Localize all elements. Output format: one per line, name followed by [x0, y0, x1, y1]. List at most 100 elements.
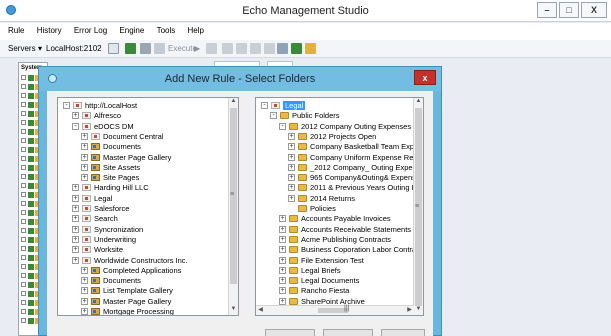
- tree-node[interactable]: + Site Pages: [58, 173, 238, 182]
- tree-node-label[interactable]: eDOCS DM: [94, 122, 134, 131]
- scroll-left-icon[interactable]: ◀: [256, 306, 265, 315]
- tree-node-label[interactable]: Worldwide Constructors Inc.: [94, 256, 188, 265]
- expand-icon[interactable]: +: [288, 184, 295, 192]
- tree-node-label[interactable]: Accounts Receivable Statements: [301, 225, 411, 234]
- report-icon[interactable]: [264, 43, 275, 54]
- expand-icon[interactable]: +: [279, 215, 286, 223]
- tree-node-label[interactable]: Company Basketball Team Expe: [310, 142, 418, 151]
- tree-node-label[interactable]: http://LocalHost: [85, 101, 137, 110]
- tree-node[interactable]: + Legal Briefs: [256, 266, 423, 275]
- tree-node[interactable]: + Legal Documents: [256, 276, 423, 285]
- tree-node-label[interactable]: Document Central: [103, 132, 163, 141]
- expand-icon[interactable]: +: [279, 277, 286, 285]
- tree-node-label[interactable]: Documents: [103, 276, 141, 285]
- tree-node-label[interactable]: Legal Briefs: [301, 266, 341, 275]
- tree-node-label[interactable]: Business Coporation Labor Contracts: [301, 245, 423, 254]
- expand-icon[interactable]: +: [72, 246, 79, 254]
- menu-engine[interactable]: Engine: [114, 23, 149, 35]
- tree-node[interactable]: - http://LocalHost: [58, 101, 238, 110]
- tree-node[interactable]: + Harding Hill LLC: [58, 183, 238, 192]
- notes-icon[interactable]: [305, 43, 316, 54]
- close-button[interactable]: X: [581, 2, 607, 18]
- tree-node[interactable]: + Search: [58, 214, 238, 223]
- stop-icon[interactable]: [250, 43, 261, 54]
- edit-rule-icon[interactable]: [140, 43, 151, 54]
- tree-node[interactable]: + Rancho Fiesta: [256, 286, 423, 295]
- expand-icon[interactable]: +: [72, 256, 79, 264]
- expand-icon[interactable]: +: [279, 225, 286, 233]
- expand-icon[interactable]: +: [81, 132, 88, 140]
- tree-node-label[interactable]: Company Uniform Expense Repc: [310, 153, 421, 162]
- tree-node[interactable]: + Business Coporation Labor Contracts: [256, 245, 423, 254]
- dialog-close-button[interactable]: x: [414, 70, 436, 85]
- tree-node[interactable]: + Accounts Receivable Statements: [256, 225, 423, 234]
- tree-node-label[interactable]: Master Page Gallery: [103, 297, 171, 306]
- tree-node[interactable]: + Worldwide Constructors Inc.: [58, 256, 238, 265]
- expand-icon[interactable]: +: [279, 246, 286, 254]
- expand-icon[interactable]: +: [288, 143, 295, 151]
- import-icon[interactable]: [291, 43, 302, 54]
- minimize-button[interactable]: –: [537, 2, 557, 18]
- tree-node-label[interactable]: Policies: [310, 204, 336, 213]
- tree-node[interactable]: + List Template Gallery: [58, 286, 238, 295]
- collapse-icon[interactable]: -: [270, 112, 277, 120]
- tree-node[interactable]: +2011 & Previous Years Outing Re: [256, 183, 423, 192]
- tree-node[interactable]: + Master Page Gallery: [58, 297, 238, 306]
- tree-node-label[interactable]: Alfresco: [94, 111, 121, 120]
- tree-node-label[interactable]: Underwriting: [94, 235, 136, 244]
- tree-node[interactable]: +965 Company&Outing& Expense: [256, 173, 423, 182]
- tree-node-label[interactable]: Search: [94, 214, 118, 223]
- expand-icon[interactable]: +: [288, 132, 295, 140]
- tree-node-label[interactable]: Accounts Payable Invoices: [301, 214, 391, 223]
- expand-icon[interactable]: +: [81, 174, 88, 182]
- scroll-up-icon[interactable]: ▲: [229, 98, 238, 107]
- tree-node-label[interactable]: Legal: [283, 101, 306, 110]
- tree-node[interactable]: + Accounts Payable Invoices: [256, 214, 423, 223]
- tree-node[interactable]: - eDOCS DM: [58, 122, 238, 131]
- tree-node[interactable]: - Public Folders: [256, 111, 423, 120]
- tree-node-label[interactable]: Worksite: [94, 245, 123, 254]
- expand-icon[interactable]: +: [288, 153, 295, 161]
- tree-node[interactable]: + _2012 Company_ Outing Expens: [256, 163, 423, 172]
- tree-node[interactable]: - Legal: [256, 101, 423, 110]
- collapse-icon[interactable]: -: [72, 122, 79, 130]
- refresh-icon[interactable]: [222, 43, 233, 54]
- left-tree-scrollbar[interactable]: ▲ ≡ ▼: [228, 98, 238, 315]
- connect-icon[interactable]: [108, 43, 119, 54]
- maximize-button[interactable]: □: [559, 2, 579, 18]
- tree-node[interactable]: + Worksite: [58, 245, 238, 254]
- menu-error-log[interactable]: Error Log: [69, 23, 112, 35]
- tree-node-label[interactable]: Syncronization: [94, 225, 143, 234]
- scroll-right-icon[interactable]: ▶: [405, 306, 414, 315]
- tree-node[interactable]: + Completed Applications: [58, 266, 238, 275]
- tree-node[interactable]: + File Extension Test: [256, 256, 423, 265]
- scroll-down-icon[interactable]: ▼: [229, 306, 238, 315]
- schedule-icon[interactable]: [236, 43, 247, 54]
- tree-node[interactable]: + Mortgage Processing: [58, 307, 238, 315]
- expand-icon[interactable]: +: [81, 297, 88, 305]
- tree-node[interactable]: +2014 Returns: [256, 194, 423, 203]
- expand-icon[interactable]: +: [72, 235, 79, 243]
- tree-node[interactable]: + Alfresco: [58, 111, 238, 120]
- tree-node-label[interactable]: Salesforce: [94, 204, 129, 213]
- tree-node-label[interactable]: Site Assets: [103, 163, 140, 172]
- menu-tools[interactable]: Tools: [152, 23, 181, 35]
- tree-node-label[interactable]: Mortgage Processing: [103, 307, 174, 315]
- tree-node-label[interactable]: Rancho Fiesta: [301, 286, 349, 295]
- expand-icon[interactable]: +: [279, 287, 286, 295]
- tree-node-label[interactable]: Acme Publishing Contracts: [301, 235, 391, 244]
- expand-icon[interactable]: +: [288, 174, 295, 182]
- tree-node[interactable]: + Documents: [58, 142, 238, 151]
- menu-rule[interactable]: Rule: [0, 23, 29, 35]
- tree-node-label[interactable]: 965 Company&Outing& Expense: [310, 173, 420, 182]
- tree-node[interactable]: + Acme Publishing Contracts: [256, 235, 423, 244]
- expand-icon[interactable]: +: [72, 215, 79, 223]
- expand-icon[interactable]: +: [81, 277, 88, 285]
- tree-node[interactable]: - 2012 Company Outing Expenses: [256, 122, 423, 131]
- play-icon[interactable]: ▶: [194, 44, 200, 53]
- tree-node-label[interactable]: Site Pages: [103, 173, 139, 182]
- expand-icon[interactable]: +: [72, 112, 79, 120]
- tree-node[interactable]: + Site Assets: [58, 163, 238, 172]
- tree-node-label[interactable]: 2011 & Previous Years Outing Re: [310, 183, 421, 192]
- tree-node[interactable]: Policies: [256, 204, 423, 213]
